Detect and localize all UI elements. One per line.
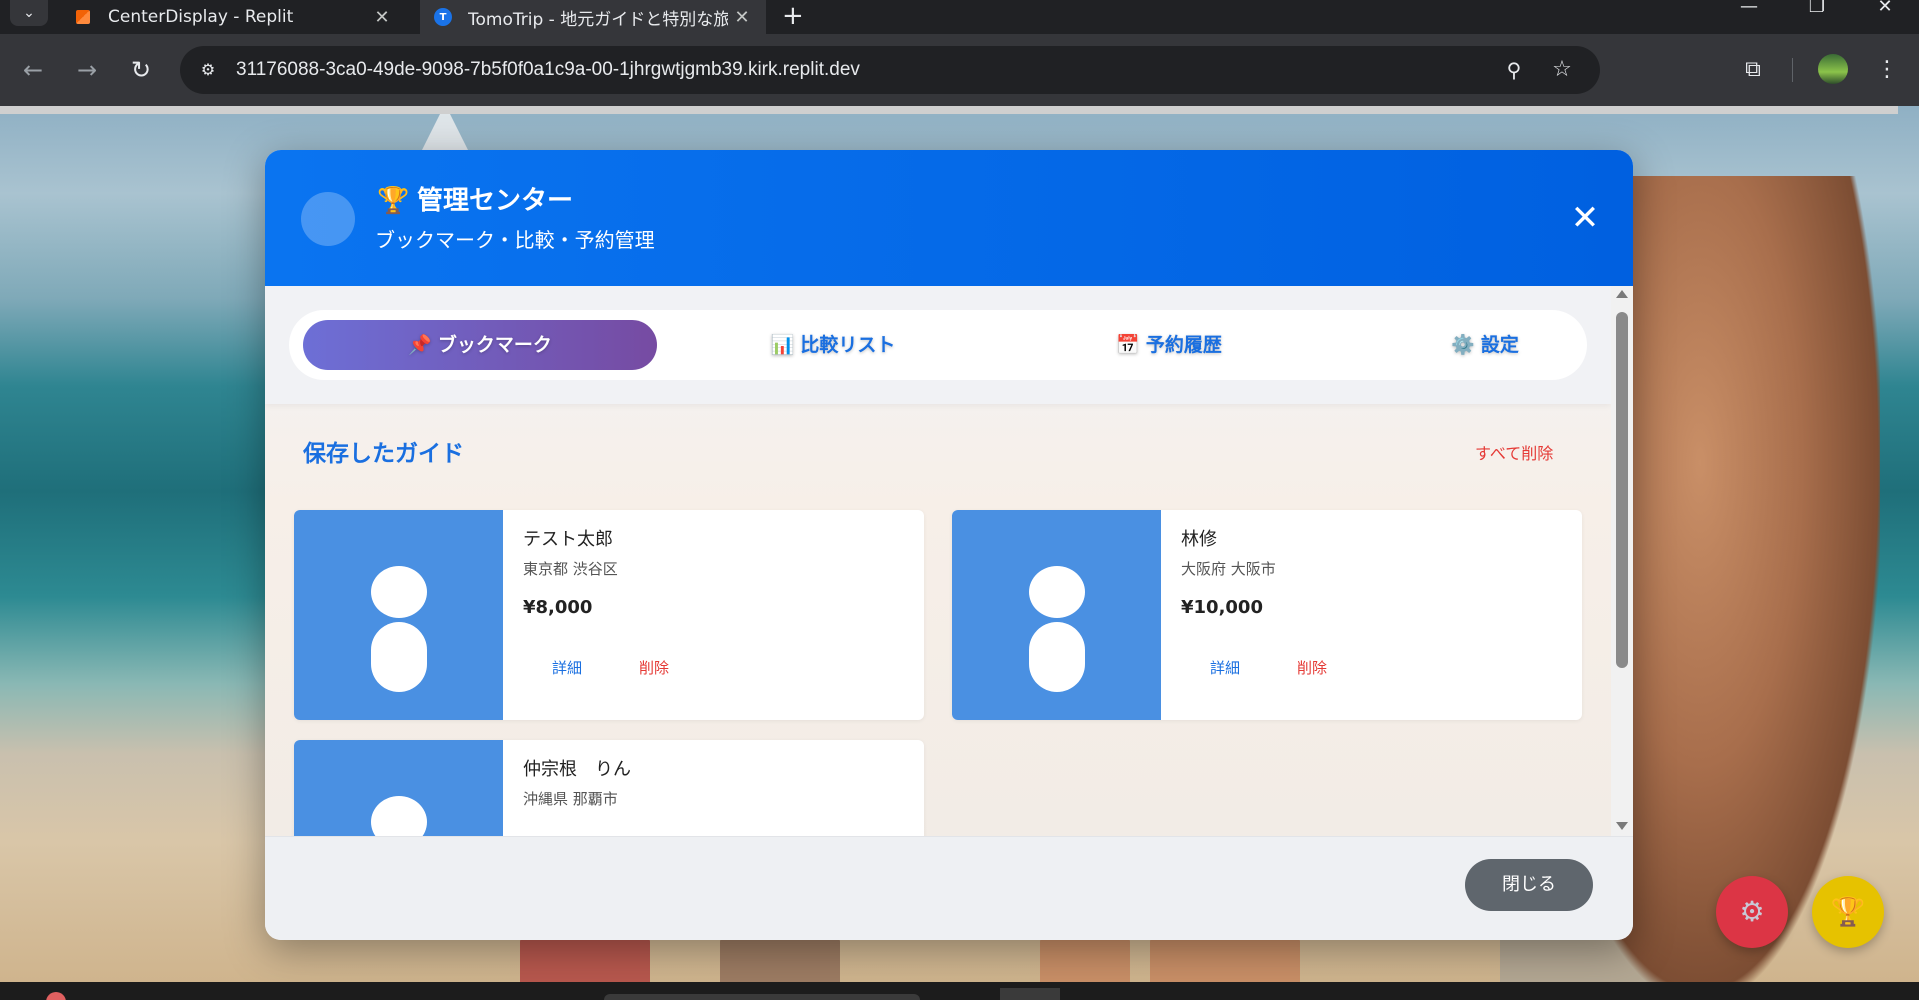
tab-label: 設定 [1480, 334, 1519, 356]
tab-bookings[interactable]: 📅 予約履歴 [1069, 320, 1269, 370]
window-close-icon[interactable]: ✕ [1851, 0, 1919, 34]
guide-name: 仲宗根 りん [523, 759, 631, 780]
tab-title: TomoTrip - 地元ガイドと特別な旅 [468, 9, 728, 30]
browser-toolbar: ← → ↻ ⚙ 31176088-3ca0-49de-9098-7b5f0f0a… [0, 34, 1919, 106]
browser-tabstrip: ⌄ CenterDisplay - Replit ✕ T TomoTrip - … [0, 0, 1919, 34]
toolbar-divider [1792, 58, 1793, 82]
header-avatar-circle [301, 192, 355, 246]
modal-scrollbar[interactable] [1611, 286, 1633, 836]
guide-name: テスト太郎 [523, 529, 613, 550]
section-title: 保存したガイド [303, 441, 464, 467]
taskbar-search[interactable] [604, 994, 920, 1000]
taskbar-app-icon[interactable] [46, 992, 66, 1000]
background-legs [1150, 936, 1300, 982]
tab-close-icon[interactable]: ✕ [728, 7, 756, 28]
taskbar-app-icon[interactable] [1000, 988, 1060, 1000]
admin-fab-button[interactable]: 🏆 [1812, 876, 1884, 948]
settings-fab-button[interactable]: ⚙ [1716, 876, 1788, 948]
tomotrip-icon: T [434, 8, 452, 26]
tab-label: 比較リスト [800, 334, 896, 356]
guide-photo-placeholder [952, 510, 1161, 720]
profile-avatar[interactable] [1818, 54, 1848, 84]
scroll-up-arrow-icon[interactable] [1616, 290, 1628, 298]
tab-bookmarks[interactable]: 📌 ブックマーク [303, 320, 657, 370]
person-icon-body [1029, 622, 1085, 692]
admin-center-modal: 🏆 管理センター ブックマーク・比較・予約管理 ✕ 📌 ブックマーク 📊 比較リスト… [265, 150, 1633, 940]
guide-location: 大阪府 大阪市 [1181, 560, 1276, 578]
guide-location: 沖縄県 那覇市 [523, 790, 618, 808]
browser-tab-tomotrip[interactable]: T TomoTrip - 地元ガイドと特別な旅 ✕ [420, 0, 766, 34]
guide-price: ¥10,000 [1181, 597, 1263, 618]
bookmark-star-icon[interactable]: ☆ [1548, 56, 1576, 84]
tab-settings[interactable]: ⚙️ 設定 [1385, 320, 1585, 370]
person-icon [371, 566, 427, 618]
page-top-bar [0, 106, 1898, 114]
browser-menu-icon[interactable]: ⋮ [1872, 53, 1902, 87]
window-controls: — ❐ ✕ [1715, 0, 1919, 34]
trophy-icon: 🏆 [1830, 895, 1866, 928]
guide-card: テスト太郎 東京都 渋谷区 ¥8,000 詳細 削除 [294, 510, 924, 720]
os-taskbar [0, 982, 1919, 1000]
guide-photo-placeholder [294, 510, 503, 720]
modal-footer: 閉じる [265, 836, 1633, 940]
tab-close-icon[interactable]: ✕ [368, 7, 396, 28]
extensions-icon[interactable]: ⧉ [1736, 53, 1770, 87]
maximize-icon[interactable]: ❐ [1783, 0, 1851, 34]
guide-card: 仲宗根 りん 沖縄県 那覇市 詳細 削除 [294, 740, 924, 836]
calendar-icon: 📅 [1116, 334, 1140, 356]
tab-compare[interactable]: 📊 比較リスト [733, 320, 933, 370]
tab-title: CenterDisplay - Replit [108, 7, 294, 27]
detail-button[interactable]: 詳細 [552, 656, 582, 680]
site-info-icon[interactable]: ⚙ [194, 56, 222, 84]
url-text[interactable]: 31176088-3ca0-49de-9098-7b5f0f0a1c9a-00-… [236, 46, 860, 94]
guide-photo-placeholder [294, 740, 503, 836]
delete-all-button[interactable]: すべて削除 [1475, 442, 1553, 466]
guide-location: 東京都 渋谷区 [523, 560, 618, 578]
bar-chart-icon: 📊 [770, 334, 795, 356]
detail-button[interactable]: 詳細 [1210, 656, 1240, 680]
background-sail [420, 114, 470, 154]
guide-card: 林修 大阪府 大阪市 ¥10,000 詳細 削除 [952, 510, 1582, 720]
modal-subtitle: ブックマーク・比較・予約管理 [375, 228, 655, 252]
zoom-icon[interactable]: ⚲ [1500, 56, 1528, 84]
browser-tab-replit[interactable]: CenterDisplay - Replit ✕ [60, 0, 406, 34]
pushpin-icon: 📌 [408, 334, 432, 356]
scroll-down-arrow-icon[interactable] [1616, 822, 1628, 830]
back-arrow-icon[interactable]: ← [16, 53, 50, 87]
background-legs [1040, 936, 1130, 982]
address-bar[interactable]: ⚙ 31176088-3ca0-49de-9098-7b5f0f0a1c9a-0… [180, 46, 1600, 94]
tab-bar: 📌 ブックマーク 📊 比較リスト 📅 予約履歴 ⚙️ 設定 [289, 310, 1587, 380]
modal-header: 🏆 管理センター ブックマーク・比較・予約管理 ✕ [265, 150, 1633, 286]
tabs-area: 📌 ブックマーク 📊 比較リスト 📅 予約履歴 ⚙️ 設定 [265, 286, 1611, 404]
minimize-icon[interactable]: — [1715, 0, 1783, 34]
replit-icon [74, 8, 92, 26]
delete-button[interactable]: 削除 [639, 656, 669, 680]
guide-price: ¥8,000 [523, 597, 593, 618]
person-icon [371, 796, 427, 836]
modal-body[interactable]: 📌 ブックマーク 📊 比較リスト 📅 予約履歴 ⚙️ 設定 保存したガイド すべて削除 [265, 286, 1633, 836]
background-legs [720, 936, 840, 982]
gear-icon: ⚙ [1739, 895, 1765, 928]
guide-name: 林修 [1181, 529, 1217, 550]
background-legs [520, 936, 650, 982]
reload-icon[interactable]: ↻ [124, 53, 158, 87]
tab-label: 予約履歴 [1145, 334, 1222, 356]
tab-search-button[interactable]: ⌄ [10, 0, 48, 26]
close-button[interactable]: 閉じる [1465, 859, 1593, 911]
delete-button[interactable]: 削除 [1297, 656, 1327, 680]
modal-close-icon[interactable]: ✕ [1567, 200, 1603, 236]
modal-title: 管理センター [417, 186, 574, 216]
forward-arrow-icon[interactable]: → [70, 53, 104, 87]
person-icon [1029, 566, 1085, 618]
scrollbar-thumb[interactable] [1616, 312, 1628, 668]
tab-label: ブックマーク [437, 334, 552, 356]
new-tab-button[interactable]: + [782, 0, 804, 34]
person-icon-body [371, 622, 427, 692]
trophy-icon: 🏆 [377, 186, 410, 216]
gear-icon: ⚙️ [1451, 334, 1475, 356]
